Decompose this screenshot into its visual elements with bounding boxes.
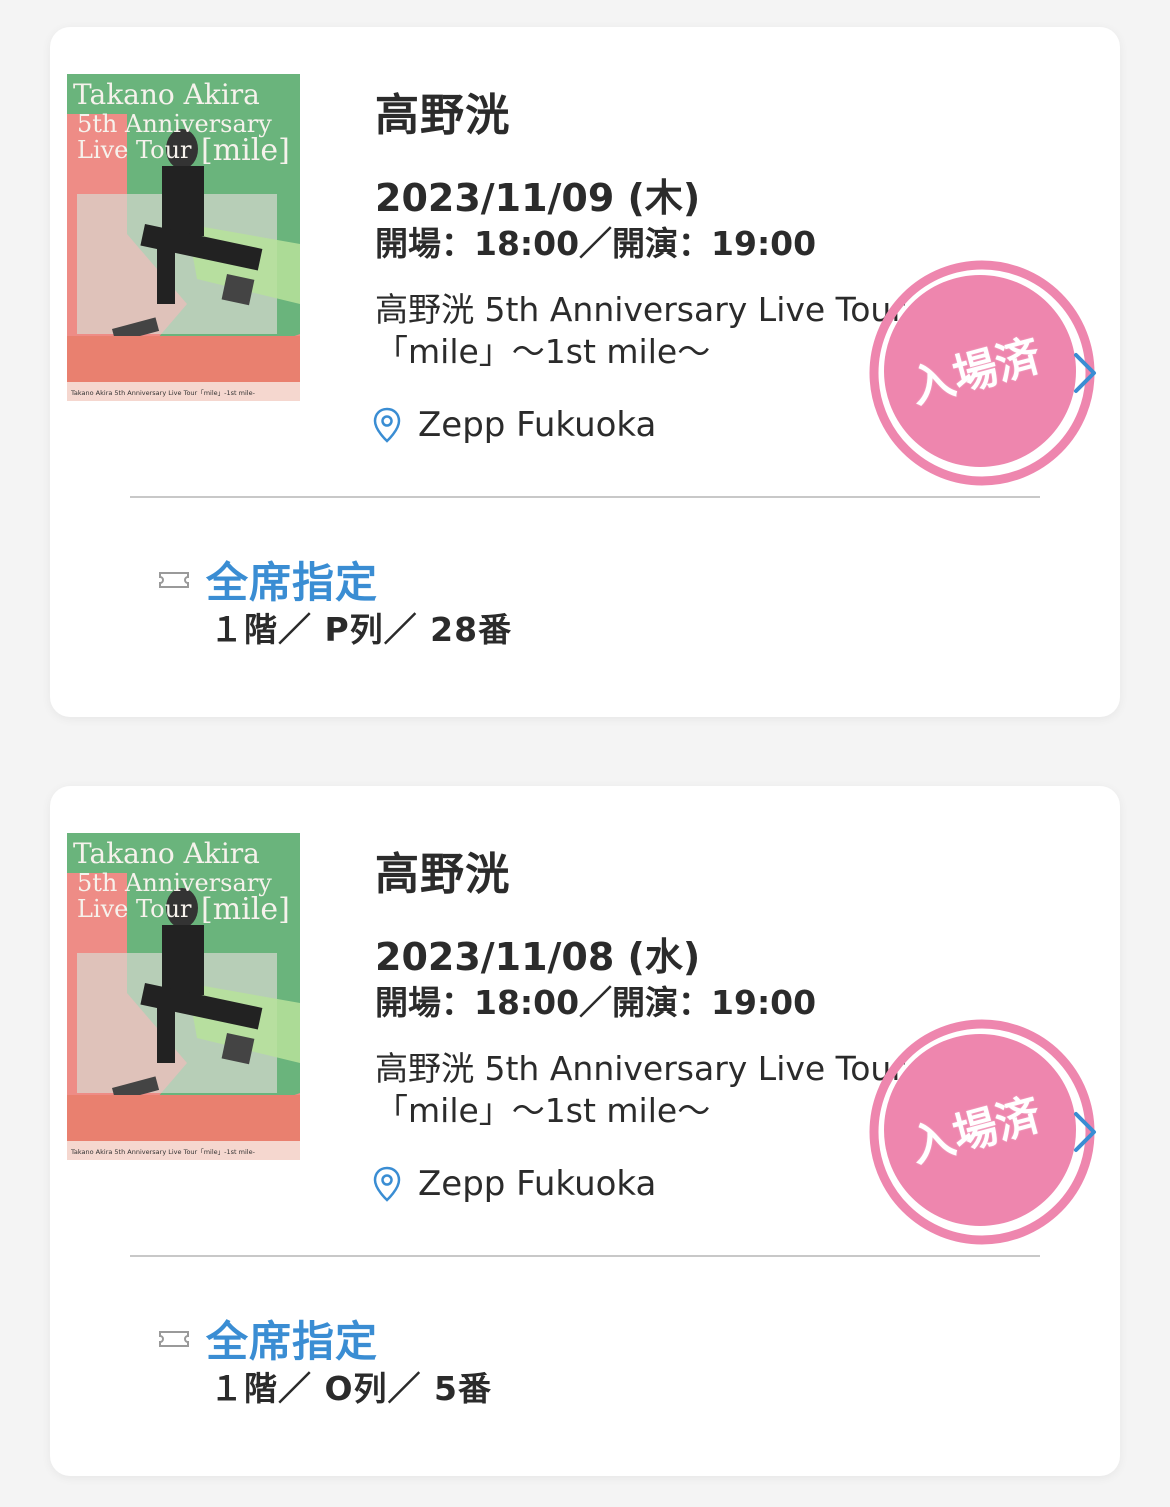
venue-row: Zepp Fukuoka <box>372 405 656 445</box>
poster-mile: [mile] <box>201 892 290 927</box>
poster-subtitle-2: Live Tour <box>77 136 192 164</box>
event-times: 開場：18:00／開演：19:00 <box>375 983 817 1022</box>
chevron-right-icon[interactable] <box>1068 349 1104 397</box>
map-pin-icon <box>373 1166 401 1202</box>
ticket-icon <box>159 571 189 588</box>
event-times: 開場：18:00／開演：19:00 <box>375 224 817 263</box>
entered-stamp: 入場済 <box>864 1014 1100 1250</box>
artist-name: 高野洸 <box>375 90 510 141</box>
poster-title: Takano Akira <box>73 78 260 111</box>
event-date: 2023/11/08 (水) <box>375 935 701 979</box>
entered-stamp: 入場済 <box>864 255 1100 491</box>
seat-info: １階／ P列／ 28番 <box>210 610 513 649</box>
poster-mile: [mile] <box>201 133 290 168</box>
ticket-card[interactable]: Takano Akira 5th Anniversary Live Tour [… <box>50 786 1120 1476</box>
ticket-card[interactable]: Takano Akira 5th Anniversary Live Tour [… <box>50 27 1120 717</box>
divider <box>130 1255 1040 1257</box>
event-poster-image: Takano Akira 5th Anniversary Live Tour [… <box>67 74 300 401</box>
seat-type-row: 全席指定 <box>158 1308 378 1369</box>
seat-type: 全席指定 <box>206 1317 379 1366</box>
venue-name: Zepp Fukuoka <box>418 1164 657 1204</box>
event-poster-image: Takano Akira 5th Anniversary Live Tour [… <box>67 833 300 1160</box>
artist-name: 高野洸 <box>375 849 510 900</box>
ticket-icon <box>159 1330 189 1347</box>
chevron-right-icon[interactable] <box>1068 1108 1104 1156</box>
poster-footer: Takano Akira 5th Anniversary Live Tour「m… <box>70 1148 256 1156</box>
event-date: 2023/11/09 (木) <box>375 176 701 220</box>
ticket-list: Takano Akira 5th Anniversary Live Tour [… <box>0 0 1170 1507</box>
seat-info: １階／ O列／ 5番 <box>210 1369 492 1408</box>
map-pin-icon <box>373 407 401 443</box>
poster-title: Takano Akira <box>73 837 260 870</box>
venue-row: Zepp Fukuoka <box>372 1164 656 1204</box>
venue-name: Zepp Fukuoka <box>418 405 657 445</box>
seat-type: 全席指定 <box>206 558 379 607</box>
poster-subtitle-2: Live Tour <box>77 895 192 923</box>
divider <box>130 496 1040 498</box>
poster-footer: Takano Akira 5th Anniversary Live Tour「m… <box>70 389 256 397</box>
seat-type-row: 全席指定 <box>158 549 378 610</box>
